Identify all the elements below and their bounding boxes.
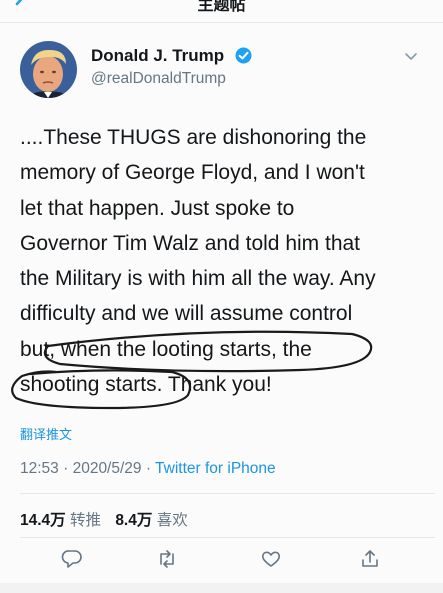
tweet-date: 2020/5/29 xyxy=(72,460,142,477)
chevron-down-icon[interactable] xyxy=(404,52,418,62)
retweets-count[interactable]: 14.4万 xyxy=(20,512,66,529)
tweet-line: memory of George Floyd, and I won't xyxy=(20,161,365,185)
tweet-line: Governor Tim Walz and told him that xyxy=(20,231,361,255)
share-icon[interactable] xyxy=(359,548,381,570)
tweet-line: the Military is with him all the way. An… xyxy=(20,267,376,291)
meta-separator: · xyxy=(141,460,156,477)
tweet-line: shooting starts. Thank you! xyxy=(20,373,272,397)
meta-separator: · xyxy=(58,460,73,477)
likes-count[interactable]: 8.4万 xyxy=(115,512,152,529)
retweet-icon[interactable] xyxy=(156,548,178,570)
divider xyxy=(20,537,435,538)
tweet-source-link[interactable]: Twitter for iPhone xyxy=(155,460,276,477)
likes-label[interactable]: 喜欢 xyxy=(157,512,188,529)
tweet-time: 12:53 xyxy=(20,460,59,477)
retweets-label[interactable]: 转推 xyxy=(70,512,101,529)
translate-tweet-link[interactable]: 翻译推文 xyxy=(20,424,72,443)
tweet-meta: 12:53 · 2020/5/29 · Twitter for iPhone xyxy=(20,460,276,478)
tweet-stats: 14.4万 转推 8.4万 喜欢 xyxy=(20,508,198,530)
tweet-text: ....These THUGS are dishonoring the memo… xyxy=(20,120,430,402)
divider xyxy=(20,493,435,494)
author-display-name[interactable]: Donald J. Trump xyxy=(91,46,224,66)
like-icon[interactable] xyxy=(260,548,282,570)
tweet-line: ....These THUGS are dishonoring the xyxy=(20,126,367,149)
tweet-line: let that happen. Just spoke to xyxy=(20,196,295,220)
page-title: 主题帖 xyxy=(197,0,246,14)
tweet-line: but, when the looting starts, the xyxy=(20,337,312,361)
verified-badge-icon xyxy=(235,47,252,64)
tweet-actions xyxy=(0,548,443,578)
author-handle[interactable]: @realDonaldTrump xyxy=(91,70,226,88)
nav-bar: 主题帖 xyxy=(0,0,443,23)
reply-icon[interactable] xyxy=(61,548,83,570)
tweet-line: difficulty and we will assume control xyxy=(20,302,353,326)
avatar[interactable] xyxy=(20,41,77,98)
bottom-strip xyxy=(0,583,443,593)
